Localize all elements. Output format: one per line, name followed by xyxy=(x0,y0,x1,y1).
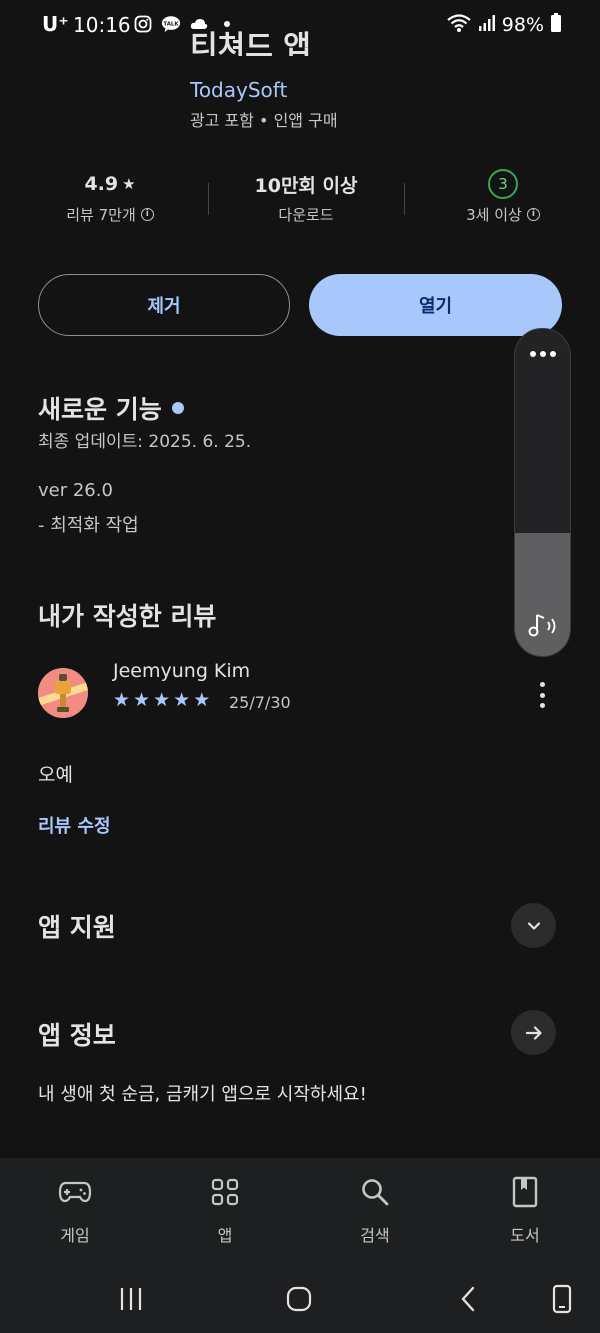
update-note: - 최적화 작업 xyxy=(38,515,139,536)
apps-grid-icon xyxy=(175,1174,275,1210)
recent-apps-button[interactable] xyxy=(111,1282,151,1316)
nav-label: 도서 xyxy=(510,1226,540,1245)
app-meta: 광고 포함 • 인앱 구매 xyxy=(190,111,338,130)
age-rating-stat[interactable]: 3 3세 이상 i xyxy=(438,169,568,225)
avatar xyxy=(38,668,88,718)
star-icon: ★ xyxy=(153,689,171,711)
rating-stat[interactable]: 4.9 ★ 리뷰 7만개 i xyxy=(45,170,175,225)
back-icon xyxy=(461,1286,475,1312)
book-icon xyxy=(475,1174,575,1210)
downloads-label: 다운로드 xyxy=(278,206,334,224)
battery-icon xyxy=(550,13,562,37)
developer-link[interactable]: TodaySoft xyxy=(190,78,287,102)
whats-new-title: 새로운 기능 xyxy=(38,395,162,424)
gamepad-icon xyxy=(25,1174,125,1210)
my-review-title: 내가 작성한 리뷰 xyxy=(38,602,217,631)
uninstall-button[interactable]: 제거 xyxy=(38,274,290,336)
nav-label: 게임 xyxy=(60,1226,90,1245)
music-note-icon xyxy=(527,612,559,644)
nav-apps[interactable]: 앱 xyxy=(175,1174,275,1246)
reviewer-name: Jeemyung Kim xyxy=(113,660,251,682)
carrier-label: U⁺ xyxy=(42,12,69,36)
reviews-count: 리뷰 7만개 xyxy=(66,206,136,224)
signal-icon xyxy=(478,14,496,36)
rating-value: 4.9 xyxy=(84,173,119,195)
info-icon: i xyxy=(140,208,154,221)
clock: 10:16 xyxy=(73,13,131,37)
chevron-down-icon xyxy=(527,921,540,930)
star-icon: ★ xyxy=(193,689,211,711)
system-status: 98% xyxy=(446,13,562,37)
app-info-title[interactable]: 앱 정보 xyxy=(38,1016,116,1052)
last-updated: 최종 업데이트: 2025. 6. 25. xyxy=(38,432,252,452)
divider xyxy=(208,183,209,215)
arrow-right-icon xyxy=(525,1025,542,1040)
system-navigation-bar xyxy=(0,1262,600,1333)
downloads-value: 10만회 이상 xyxy=(254,174,358,197)
nav-search[interactable]: 검색 xyxy=(325,1174,425,1246)
nav-games[interactable]: 게임 xyxy=(25,1174,125,1246)
app-title: 티쳐드 앱 xyxy=(190,30,311,56)
review-date: 25/7/30 xyxy=(229,693,291,712)
divider xyxy=(404,183,405,215)
star-icon: ★ xyxy=(173,689,191,711)
edit-review-link[interactable]: 리뷰 수정 xyxy=(38,812,111,838)
nav-books[interactable]: 도서 xyxy=(475,1174,575,1246)
bottom-navigation: 게임 앱 검색 도서 xyxy=(0,1158,600,1262)
version-text: ver 26.0 xyxy=(38,480,113,501)
info-icon: i xyxy=(526,208,540,221)
open-button[interactable]: 열기 xyxy=(309,274,562,336)
nav-label: 검색 xyxy=(360,1226,390,1245)
downloads-stat: 10만회 이상 다운로드 xyxy=(236,170,376,225)
expand-support-button[interactable] xyxy=(511,903,556,948)
volume-panel[interactable] xyxy=(514,328,571,657)
nav-label: 앱 xyxy=(217,1226,233,1245)
recents-icon xyxy=(120,1288,142,1310)
instagram-icon xyxy=(133,14,153,34)
new-indicator-dot xyxy=(171,402,184,414)
star-icon: ★ xyxy=(133,689,151,711)
home-icon xyxy=(286,1286,312,1312)
search-icon xyxy=(325,1174,425,1210)
age-rating-label: 3세 이상 xyxy=(466,206,522,224)
phone-rotate-icon xyxy=(552,1284,572,1314)
volume-settings-icon[interactable] xyxy=(515,351,570,357)
back-button[interactable] xyxy=(448,1282,488,1316)
whats-new-heading[interactable]: 새로운 기능 xyxy=(38,390,184,426)
home-button[interactable] xyxy=(279,1282,319,1316)
wifi-icon xyxy=(446,13,472,37)
review-text: 오예 xyxy=(38,764,73,786)
battery-percent: 98% xyxy=(501,14,544,36)
svg-text:TALK: TALK xyxy=(163,21,179,27)
app-support-title[interactable]: 앱 지원 xyxy=(38,908,116,944)
age-rating-badge: 3 xyxy=(488,169,518,199)
rotate-screen-button[interactable] xyxy=(542,1282,582,1316)
review-more-options-icon[interactable] xyxy=(530,680,554,710)
star-icon: ★ xyxy=(122,175,136,193)
star-icon: ★ xyxy=(113,689,131,711)
star-rating: ★ ★ ★ ★ ★ xyxy=(113,689,210,711)
app-info-button[interactable] xyxy=(511,1010,556,1055)
app-description: 내 생애 첫 순금, 금캐기 앱으로 시작하세요! xyxy=(38,1084,367,1105)
kakaotalk-icon: TALK xyxy=(161,14,181,34)
